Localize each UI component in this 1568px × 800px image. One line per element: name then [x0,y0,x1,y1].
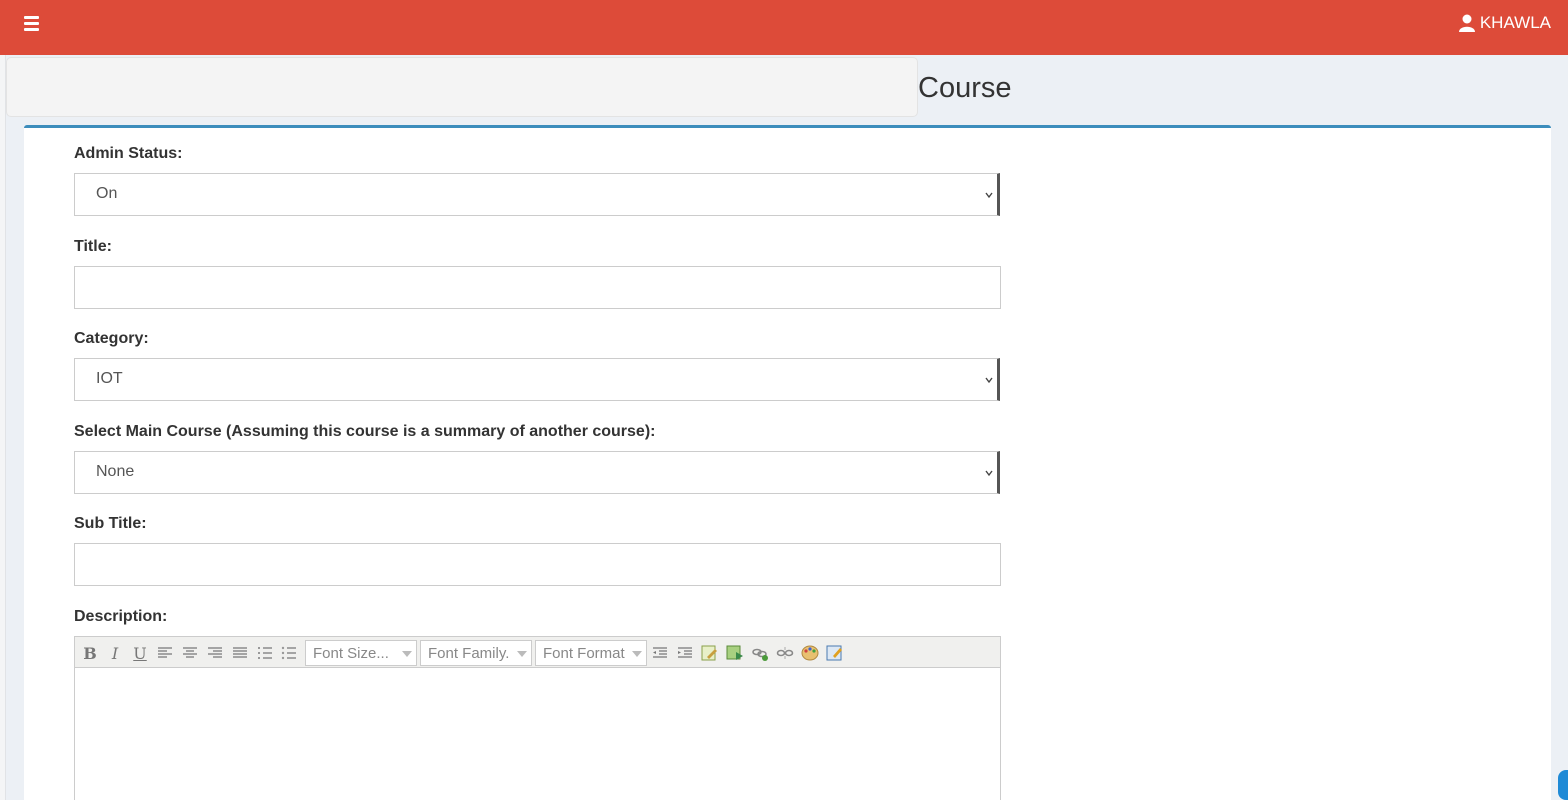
admin-status-value: On [96,185,118,202]
sidebar-collapsed [0,55,6,800]
user-name: KHAWLA [1479,13,1551,32]
top-navbar: KHAWLA [0,0,1568,55]
title-label: Title: [74,238,112,255]
link-icon[interactable] [749,642,771,664]
category-select[interactable]: IOT [74,358,1000,401]
description-editor[interactable]: B I U Font Size... Font Family. Font For… [74,636,1001,800]
align-right-icon[interactable] [204,642,226,664]
edit-html-icon[interactable] [699,642,721,664]
align-justify-icon[interactable] [229,642,251,664]
align-left-icon[interactable] [154,642,176,664]
sub-title-label: Sub Title: [74,515,147,532]
breadcrumb-box [6,57,918,117]
hamburger-menu-icon[interactable] [22,14,44,36]
color-palette-icon[interactable] [799,642,821,664]
indent-icon[interactable] [674,642,696,664]
insert-image-icon[interactable] [724,642,746,664]
ordered-list-icon[interactable] [254,642,276,664]
admin-status-label: Admin Status: [74,145,183,162]
category-value: IOT [96,370,123,387]
font-family-dropdown[interactable]: Font Family. [420,640,532,666]
underline-button[interactable]: U [129,642,151,664]
chevron-down-icon [985,192,993,199]
bold-button[interactable]: B [79,642,101,664]
main-course-label: Select Main Course (Assuming this course… [74,423,656,440]
sub-title-input[interactable] [74,543,1001,586]
source-edit-icon[interactable] [824,642,846,664]
outdent-icon[interactable] [649,642,671,664]
user-icon [1458,14,1475,32]
admin-status-select[interactable]: On [74,173,1000,216]
user-menu[interactable]: KHAWLA [1458,12,1551,34]
align-center-icon[interactable] [179,642,201,664]
title-input[interactable] [74,266,1001,309]
category-label: Category: [74,330,149,347]
editor-toolbar: B I U Font Size... Font Family. Font For… [75,637,1000,668]
main-course-select[interactable]: None [74,451,1000,494]
description-label: Description: [74,608,168,625]
chevron-down-icon [985,377,993,384]
chevron-down-icon [402,651,412,657]
unlink-icon[interactable] [774,642,796,664]
font-format-dropdown[interactable]: Font Format [535,640,647,666]
chevron-down-icon [517,651,527,657]
chevron-down-icon [985,470,993,477]
unordered-list-icon[interactable] [278,642,300,664]
main-course-value: None [96,463,135,480]
italic-button[interactable]: I [104,642,126,664]
chevron-down-icon [632,651,642,657]
scroll-helper-icon[interactable] [1558,770,1568,800]
page-title: Course [918,72,1012,104]
font-size-dropdown[interactable]: Font Size... [305,640,417,666]
